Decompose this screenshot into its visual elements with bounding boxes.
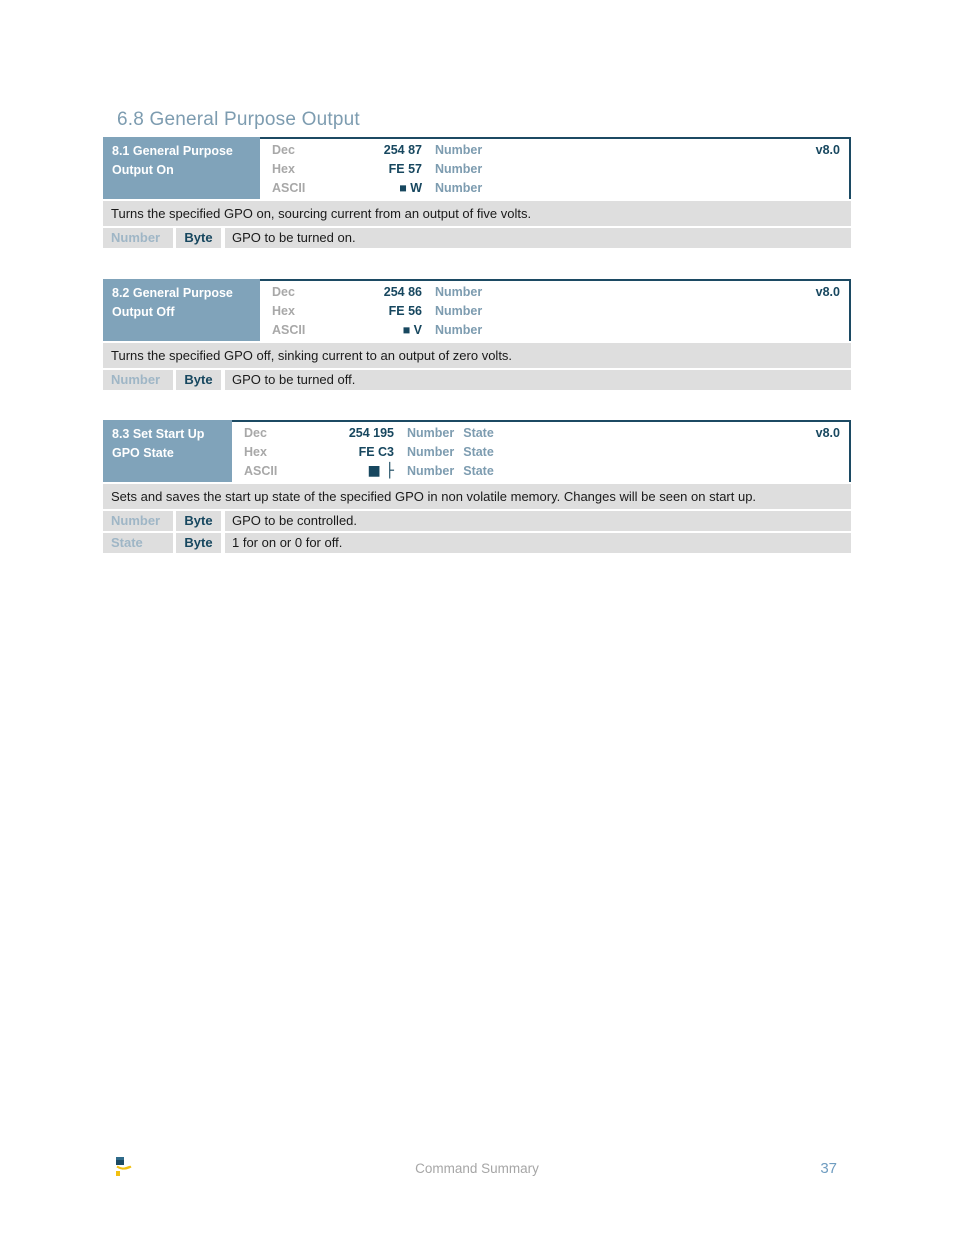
protocol-row-dec: Dec 254 87 Number — [260, 143, 849, 162]
page-footer: Command Summary 37 — [103, 1155, 851, 1191]
command-name-line2: GPO State — [112, 446, 174, 460]
parameter-row: Number Byte GPO to be turned off. — [103, 370, 851, 390]
parameter-row: State Byte 1 for on or 0 for off. — [103, 533, 851, 553]
protocol-args: Number — [422, 143, 491, 157]
protocol-arg: State — [463, 445, 494, 459]
command-description: Turns the specified GPO on, sourcing cur… — [103, 201, 851, 226]
protocol-arg: Number — [435, 285, 483, 299]
page-title: 6.8 General Purpose Output — [117, 109, 360, 130]
command-block-8-3: 8.3 Set Start Up GPO State Dec 254 195 N… — [103, 420, 851, 553]
parameter-type: Byte — [176, 533, 221, 553]
protocol-key: Dec — [244, 426, 267, 440]
command-name-line2: Output Off — [112, 305, 175, 319]
protocol-table: Dec 254 87 Number Hex FE 57 Number ASCII… — [260, 139, 849, 199]
protocol-key: Hex — [272, 162, 295, 176]
protocol-key: ASCII — [272, 181, 306, 195]
command-block-8-1: 8.1 General Purpose Output On Dec 254 87… — [103, 137, 851, 248]
protocol-value: ■ ├ — [367, 463, 394, 479]
parameter-type: Byte — [176, 511, 221, 531]
command-description: Sets and saves the start up state of the… — [103, 484, 851, 509]
protocol-value: FE C3 — [358, 445, 394, 459]
command-name-line1: 8.2 General Purpose — [112, 286, 233, 300]
command-name-cell: 8.3 Set Start Up GPO State — [103, 420, 232, 482]
protocol-arg: State — [463, 464, 494, 478]
protocol-arg: Number — [435, 162, 483, 176]
footer-title: Command Summary — [415, 1161, 539, 1176]
protocol-value: ■ W — [399, 181, 422, 195]
protocol-value: 254 87 — [383, 143, 422, 157]
protocol-key: ASCII — [272, 323, 306, 337]
command-description: Turns the specified GPO off, sinking cur… — [103, 343, 851, 368]
protocol-row-ascii: ASCII ■ W Number — [260, 181, 849, 200]
protocol-arg: Number — [407, 464, 455, 478]
parameter-description: GPO to be turned off. — [225, 370, 851, 390]
parameter-description: 1 for on or 0 for off. — [225, 533, 851, 553]
parameter-name: Number — [103, 228, 173, 248]
command-name-cell: 8.2 General Purpose Output Off — [103, 279, 260, 341]
parameter-type: Byte — [176, 370, 221, 390]
parameter-row: Number Byte GPO to be turned on. — [103, 228, 851, 248]
page-number: 37 — [820, 1160, 837, 1177]
command-name-cell: 8.1 General Purpose Output On — [103, 137, 260, 199]
protocol-key: Hex — [272, 304, 295, 318]
protocol-key: ASCII — [244, 464, 278, 478]
parameter-type: Byte — [176, 228, 221, 248]
protocol-args: Number State — [394, 464, 503, 478]
protocol-row-dec: Dec 254 86 Number — [260, 285, 849, 304]
parameter-name: Number — [103, 370, 173, 390]
command-name-line1: 8.3 Set Start Up — [112, 427, 205, 441]
protocol-value: 254 195 — [348, 426, 394, 440]
parameter-description: GPO to be turned on. — [225, 228, 851, 248]
version-badge: v8.0 — [815, 285, 840, 299]
version-badge: v8.0 — [815, 143, 840, 157]
protocol-value: FE 57 — [388, 162, 422, 176]
protocol-row-ascii: ASCII ■ V Number — [260, 323, 849, 342]
parameter-description: GPO to be controlled. — [225, 511, 851, 531]
command-header: 8.1 General Purpose Output On Dec 254 87… — [103, 137, 851, 199]
protocol-args: Number State — [394, 445, 503, 459]
protocol-arg: Number — [435, 323, 483, 337]
protocol-args: Number — [422, 181, 491, 195]
protocol-arg: State — [463, 426, 494, 440]
protocol-arg: Number — [407, 445, 455, 459]
protocol-table: Dec 254 86 Number Hex FE 56 Number ASCII… — [260, 281, 849, 341]
command-name-line1: 8.1 General Purpose — [112, 144, 233, 158]
command-name-line2: Output On — [112, 163, 174, 177]
protocol-key: Dec — [272, 285, 295, 299]
protocol-row-hex: Hex FE 56 Number — [260, 304, 849, 323]
protocol-args: Number — [422, 285, 491, 299]
protocol-row-dec: Dec 254 195 Number State — [232, 426, 849, 445]
protocol-arg: Number — [407, 426, 455, 440]
protocol-arg: Number — [435, 181, 483, 195]
protocol-row-hex: Hex FE 57 Number — [260, 162, 849, 181]
protocol-arg: Number — [435, 143, 483, 157]
command-header: 8.2 General Purpose Output Off Dec 254 8… — [103, 279, 851, 341]
protocol-value: ■ V — [402, 323, 422, 337]
version-badge: v8.0 — [815, 426, 840, 440]
protocol-key: Dec — [272, 143, 295, 157]
protocol-row-ascii: ASCII ■ ├ Number State — [232, 464, 849, 483]
protocol-args: Number — [422, 162, 491, 176]
protocol-args: Number — [422, 304, 491, 318]
command-header: 8.3 Set Start Up GPO State Dec 254 195 N… — [103, 420, 851, 482]
parameter-name: State — [103, 533, 173, 553]
parameter-row: Number Byte GPO to be controlled. — [103, 511, 851, 531]
protocol-table: Dec 254 195 Number State Hex FE C3 Number… — [232, 422, 849, 482]
protocol-args: Number — [422, 323, 491, 337]
protocol-key: Hex — [244, 445, 267, 459]
document-page: 6.8 General Purpose Output 8.1 General P… — [0, 0, 954, 1235]
protocol-value: 254 86 — [383, 285, 422, 299]
command-block-8-2: 8.2 General Purpose Output Off Dec 254 8… — [103, 279, 851, 390]
protocol-value: FE 56 — [388, 304, 422, 318]
parameter-name: Number — [103, 511, 173, 531]
protocol-arg: Number — [435, 304, 483, 318]
protocol-row-hex: Hex FE C3 Number State — [232, 445, 849, 464]
protocol-args: Number State — [394, 426, 503, 440]
